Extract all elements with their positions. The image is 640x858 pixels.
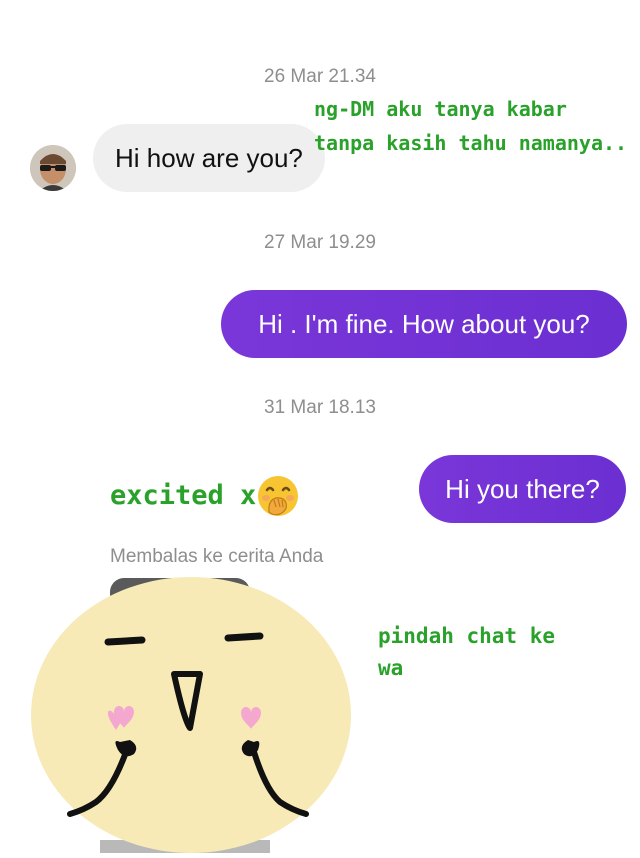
outgoing-message-1[interactable]: Hi . I'm fine. How about you?: [221, 290, 627, 358]
story-reply-sticker[interactable]: [0, 570, 380, 853]
annotation-note-3-line-2: wa: [378, 656, 404, 680]
reply-to-story-caption: Membalas ke cerita Anda: [110, 546, 324, 567]
annotation-note-1: ng-DM aku tanya kabar tanpa kasih tahu n…: [314, 92, 627, 160]
annotation-note-2: excited x: [110, 480, 257, 511]
avatar[interactable]: [30, 145, 76, 191]
profile-photo-icon: [30, 145, 76, 191]
annotation-note-3: pindah chat ke wa: [378, 620, 555, 684]
hand-over-mouth-emoji-icon: [256, 474, 300, 518]
incoming-message[interactable]: Hi how are you?: [93, 124, 325, 192]
outgoing-message-2-text: Hi you there?: [445, 474, 600, 504]
outgoing-message-2[interactable]: Hi you there?: [419, 455, 626, 523]
smiling-face-doodle-icon: [31, 577, 351, 853]
annotation-note-1-line-1: ng-DM aku tanya kabar: [314, 97, 567, 121]
outgoing-message-1-text: Hi . I'm fine. How about you?: [258, 309, 590, 339]
annotation-note-3-line-1: pindah chat ke: [378, 624, 556, 648]
timestamp-1: 26 Mar 21.34: [264, 66, 376, 87]
annotation-note-1-line-2: tanpa kasih tahu namanya..: [314, 131, 628, 155]
timestamp-3: 31 Mar 18.13: [264, 397, 376, 418]
incoming-message-text: Hi how are you?: [115, 143, 303, 173]
timestamp-2: 27 Mar 19.29: [264, 232, 376, 253]
